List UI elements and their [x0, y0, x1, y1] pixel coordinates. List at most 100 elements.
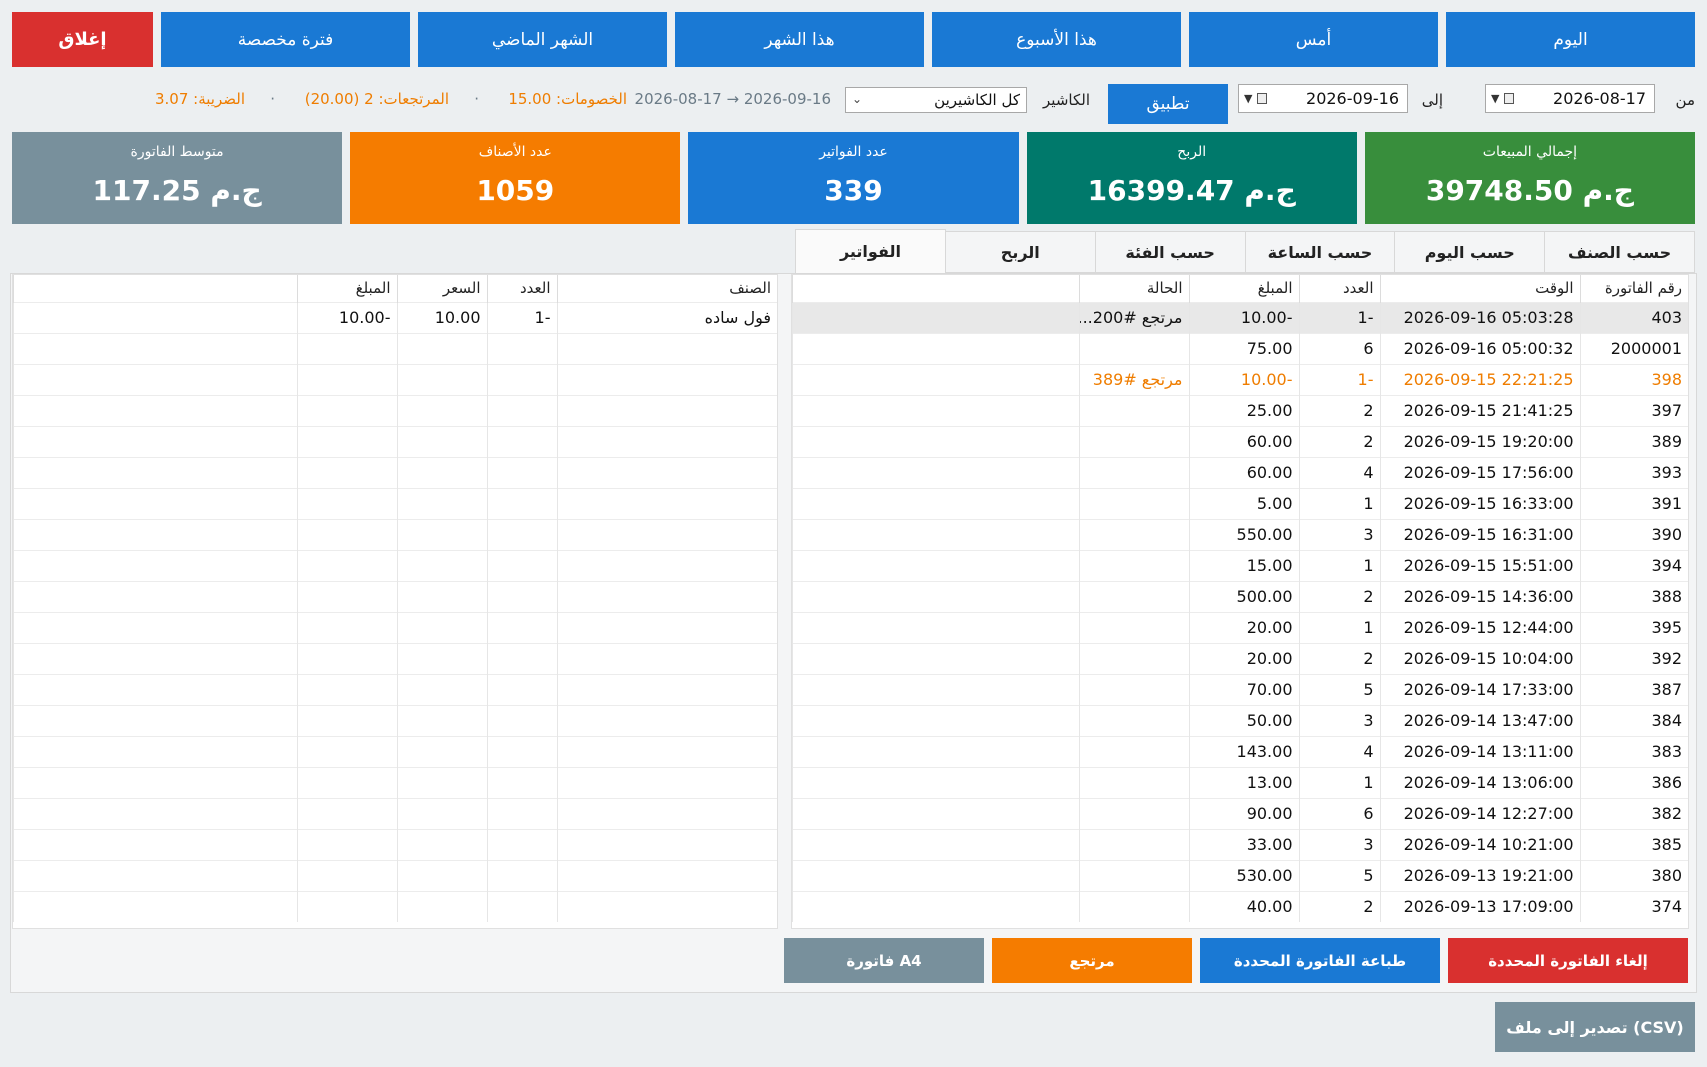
table-row[interactable] — [13, 890, 777, 922]
table-row[interactable]: 391 2026-09-15 16:33:00 1 5.00 — [792, 487, 1688, 519]
return-button[interactable]: مرتجع — [992, 938, 1192, 983]
table-row[interactable] — [13, 797, 777, 829]
dropdown-arrow-icon[interactable]: ▼ — [1491, 92, 1499, 105]
column-header[interactable]: المبلغ — [296, 275, 397, 302]
empty-cell — [792, 766, 1079, 798]
tab-3[interactable]: حسب الفئة — [1095, 231, 1246, 273]
table-row[interactable]: فول ساده -1 10.00 -10.00 — [13, 301, 777, 333]
invoice-id-cell: 403 — [1579, 301, 1688, 333]
empty-cell — [396, 859, 487, 891]
table-row[interactable] — [13, 766, 777, 798]
tab-2[interactable]: حسب الساعة — [1245, 231, 1396, 273]
cancel-invoice-button[interactable]: إلغاء الفاتورة المحددة — [1448, 938, 1688, 983]
invoice-qty-cell: -1 — [1298, 301, 1380, 333]
table-row[interactable]: 395 2026-09-15 12:44:00 1 20.00 — [792, 611, 1688, 643]
table-row[interactable]: 382 2026-09-14 12:27:00 6 90.00 — [792, 797, 1688, 829]
table-row[interactable]: 385 2026-09-14 10:21:00 3 33.00 — [792, 828, 1688, 860]
stat-card: متوسط الفاتورة 117.25 ج.م — [11, 132, 343, 224]
table-row[interactable]: 394 2026-09-15 15:51:00 1 15.00 — [792, 549, 1688, 581]
empty-cell — [556, 549, 777, 581]
print-invoice-button[interactable]: طباعة الفاتورة المحددة — [1200, 938, 1440, 983]
table-row[interactable] — [13, 611, 777, 643]
stat-card: الربح 16399.47 ج.م — [1026, 132, 1357, 224]
empty-cell — [396, 580, 487, 612]
table-row[interactable] — [13, 518, 777, 550]
column-header[interactable]: رقم الفاتورة — [1579, 275, 1688, 302]
table-row[interactable]: 380 2026-09-13 19:21:00 5 530.00 — [792, 859, 1688, 891]
table-row[interactable] — [13, 456, 777, 488]
empty-cell — [13, 890, 297, 922]
table-row[interactable]: 403 2026-09-16 05:03:28 -1 -10.00 مرتجع … — [792, 301, 1688, 333]
a4-invoice-button[interactable]: فاتورة A4 — [784, 938, 984, 983]
table-row[interactable] — [13, 363, 777, 395]
invoice-status-cell — [1078, 394, 1189, 426]
column-header[interactable]: الوقت — [1379, 275, 1580, 302]
export-csv-button[interactable]: تصدير إلى ملف (CSV) — [1495, 1002, 1695, 1052]
cashier-select[interactable]: كل الكاشيرين ⌄ — [845, 87, 1027, 113]
column-header[interactable]: المبلغ — [1188, 275, 1299, 302]
dropdown-arrow-icon[interactable]: ▼ — [1244, 92, 1252, 105]
table-row[interactable] — [13, 828, 777, 860]
table-row[interactable]: 392 2026-09-15 10:04:00 2 20.00 — [792, 642, 1688, 674]
last-month-button[interactable]: الشهر الماضي — [418, 12, 667, 67]
empty-cell — [396, 394, 487, 426]
tab-4[interactable]: الربح — [945, 231, 1096, 273]
empty-cell — [486, 673, 557, 705]
column-header[interactable]: الصنف — [556, 275, 777, 302]
table-row[interactable] — [13, 859, 777, 891]
table-row[interactable] — [13, 580, 777, 612]
close-button[interactable]: إغلاق — [12, 12, 153, 67]
column-header[interactable] — [13, 275, 297, 302]
table-row[interactable]: 389 2026-09-15 19:20:00 2 60.00 — [792, 425, 1688, 457]
table-row[interactable] — [13, 332, 777, 364]
table-row[interactable] — [13, 549, 777, 581]
empty-cell — [296, 580, 397, 612]
table-row[interactable] — [13, 425, 777, 457]
empty-cell — [13, 859, 297, 891]
custom-period-button[interactable]: فترة مخصصة — [161, 12, 410, 67]
stat-card: عدد الفواتير 339 — [688, 132, 1019, 224]
table-row[interactable]: 390 2026-09-15 16:31:00 3 550.00 — [792, 518, 1688, 550]
tab-0[interactable]: حسب الصنف — [1545, 231, 1695, 273]
table-row[interactable]: 2000001 2026-09-16 05:00:32 6 75.00 — [792, 332, 1688, 364]
this-week-button[interactable]: هذا الأسبوع — [932, 12, 1181, 67]
table-row[interactable] — [13, 394, 777, 426]
invoice-id-cell: 392 — [1579, 642, 1688, 674]
column-header[interactable]: السعر — [396, 275, 487, 302]
table-row[interactable]: 397 2026-09-15 21:41:25 2 25.00 — [792, 394, 1688, 426]
table-row[interactable]: 386 2026-09-14 13:06:00 1 13.00 — [792, 766, 1688, 798]
empty-cell — [556, 332, 777, 364]
tab-1[interactable]: حسب اليوم — [1395, 231, 1546, 273]
to-date-picker[interactable]: ▼ 2026-09-16 — [1238, 84, 1408, 113]
table-row[interactable]: 388 2026-09-15 14:36:00 2 500.00 — [792, 580, 1688, 612]
today-button[interactable]: اليوم — [1446, 12, 1695, 67]
table-row[interactable]: 384 2026-09-14 13:47:00 3 50.00 — [792, 704, 1688, 736]
table-row[interactable] — [13, 642, 777, 674]
table-row[interactable]: 398 2026-09-15 22:21:25 -1 -10.00 مرتجع … — [792, 363, 1688, 395]
column-header[interactable] — [792, 275, 1079, 302]
yesterday-button[interactable]: أمس — [1189, 12, 1438, 67]
column-header[interactable]: العدد — [486, 275, 557, 302]
table-row[interactable] — [13, 704, 777, 736]
table-row[interactable]: 383 2026-09-14 13:11:00 4 143.00 — [792, 735, 1688, 767]
column-header[interactable]: الحالة — [1078, 275, 1189, 302]
tab-5[interactable]: الفواتير — [795, 229, 946, 273]
table-row[interactable] — [13, 673, 777, 705]
table-row[interactable] — [13, 487, 777, 519]
table-row[interactable]: 393 2026-09-15 17:56:00 4 60.00 — [792, 456, 1688, 488]
invoice-qty-cell: 1 — [1298, 766, 1380, 798]
table-row[interactable]: 374 2026-09-13 17:09:00 2 40.00 — [792, 890, 1688, 922]
from-date-picker[interactable]: ▼ 2026-08-17 — [1485, 84, 1655, 113]
this-month-button[interactable]: هذا الشهر — [675, 12, 924, 67]
invoices-table-header: رقم الفاتورة الوقت العدد المبلغ الحالة — [792, 275, 1688, 302]
details-table-header: الصنف العدد السعر المبلغ — [13, 275, 777, 302]
stat-card-title: إجمالي المبيعات — [1482, 144, 1577, 160]
invoice-time-cell: 2026-09-14 13:11:00 — [1379, 735, 1580, 767]
invoice-id-cell: 386 — [1579, 766, 1688, 798]
table-row[interactable]: 387 2026-09-14 17:33:00 5 70.00 — [792, 673, 1688, 705]
table-row[interactable] — [13, 735, 777, 767]
invoice-amount-cell: 90.00 — [1188, 797, 1299, 829]
column-header[interactable]: العدد — [1298, 275, 1380, 302]
separator: · — [270, 90, 275, 108]
apply-button[interactable]: تطبيق — [1108, 84, 1228, 124]
